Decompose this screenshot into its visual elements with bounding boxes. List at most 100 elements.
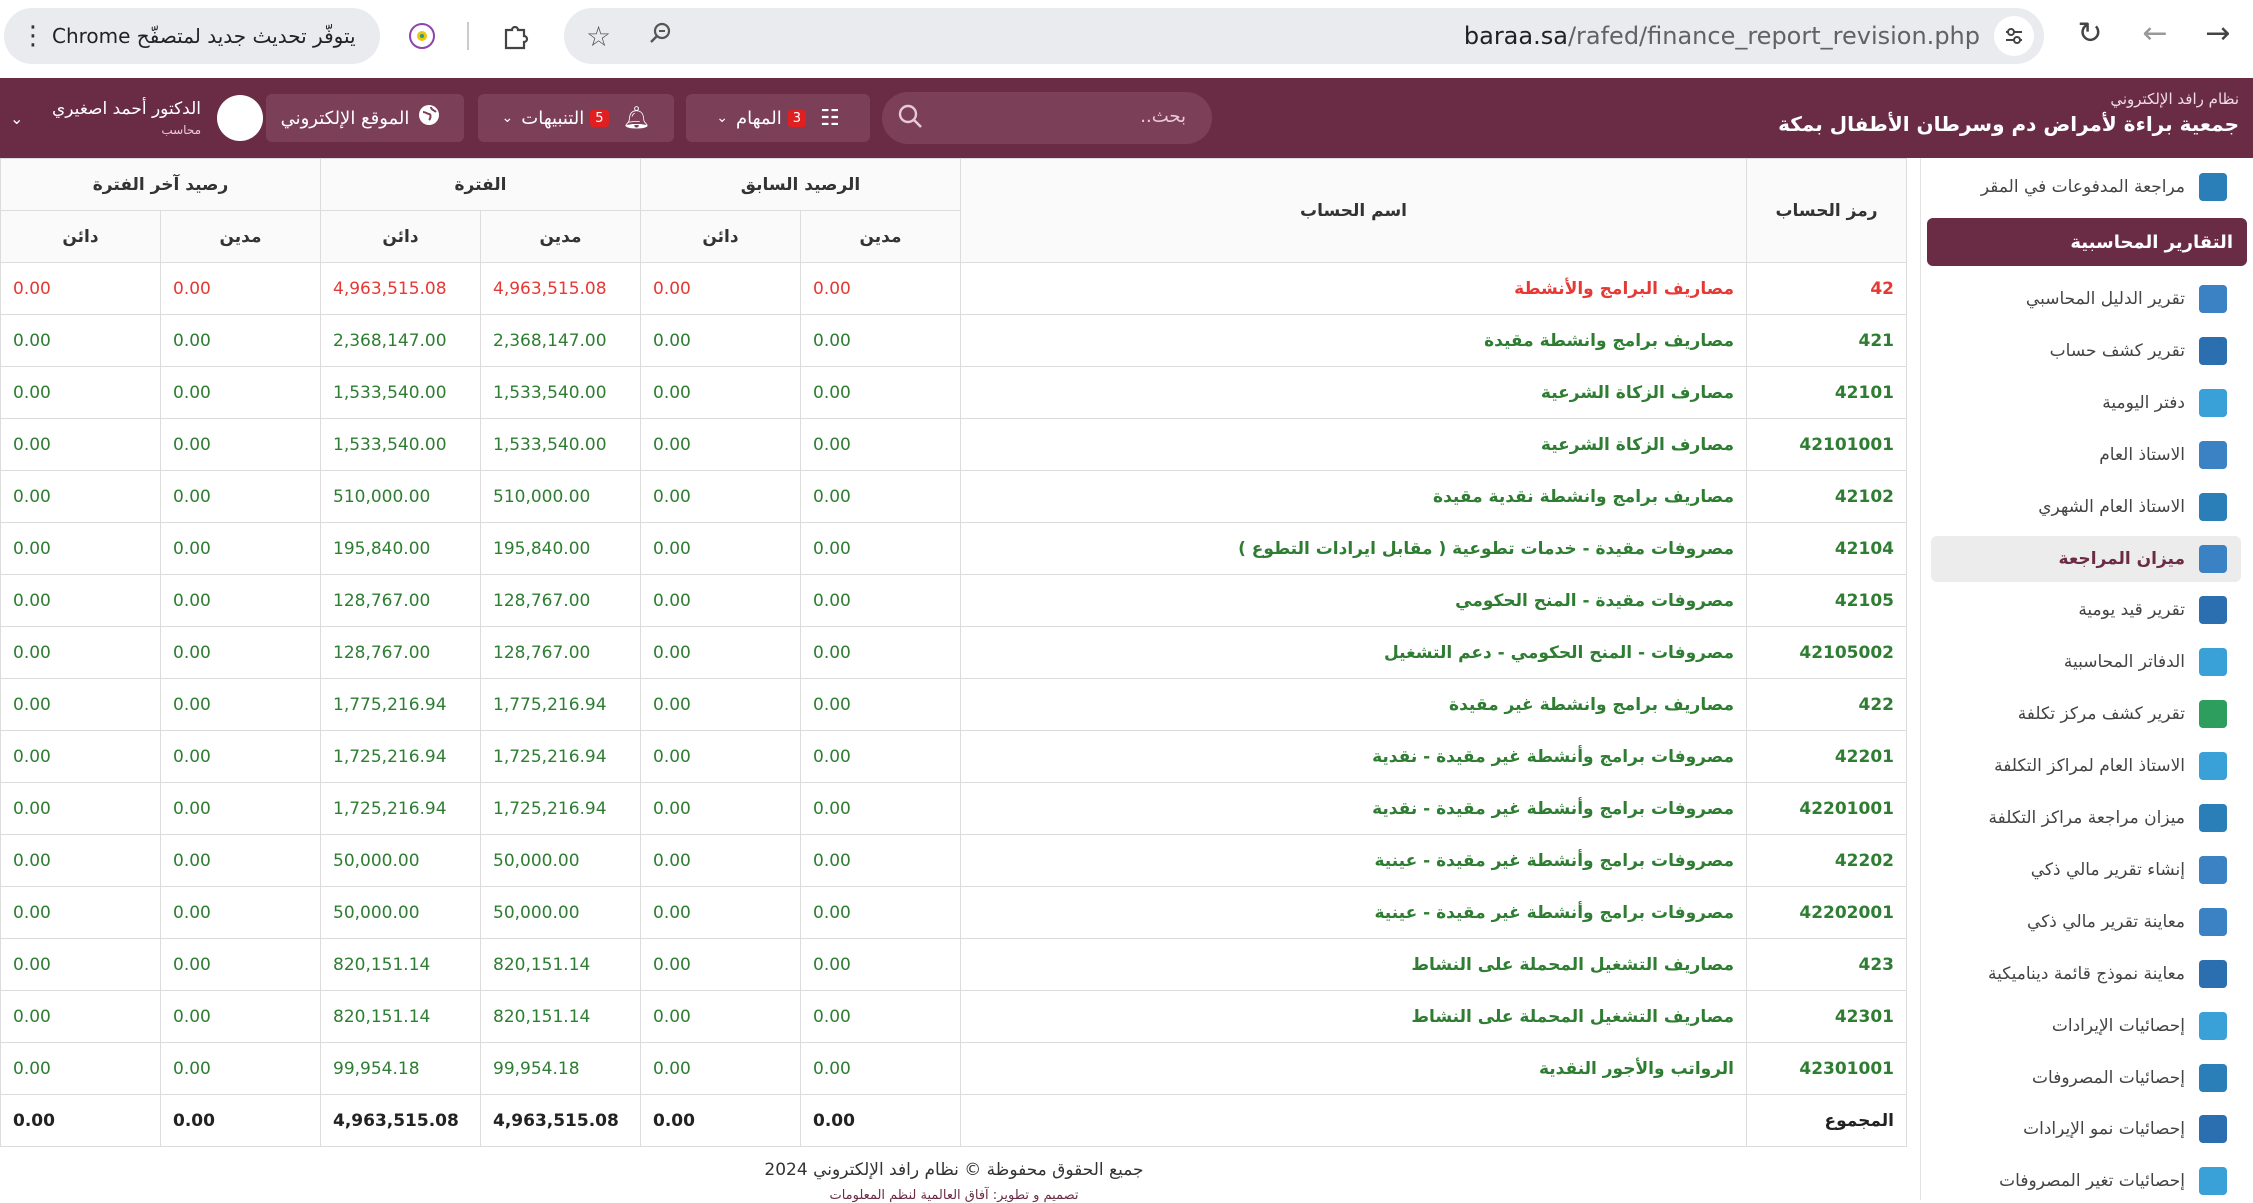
account-code-cell[interactable]: 42202001 bbox=[1746, 886, 1907, 939]
account-code-cell[interactable]: 421 bbox=[1746, 314, 1907, 367]
table-row[interactable]: 42301001 الرواتب والأجور النقدية 0.00 0.00 9… bbox=[0, 1042, 1907, 1095]
account-name-cell[interactable]: مصاريف التشغيل المحملة على النشاط bbox=[960, 938, 1747, 991]
site-settings-icon[interactable] bbox=[1994, 16, 2034, 56]
sidebar-item[interactable]: الدفاتر المحاسبية bbox=[1931, 639, 2241, 685]
sidebar-item[interactable]: إحصائيات نمو الإيرادات bbox=[1931, 1106, 2241, 1152]
search-icon[interactable] bbox=[896, 102, 924, 137]
sidebar-item[interactable]: تقرير قيد يومية bbox=[1931, 587, 2241, 633]
sidebar-item[interactable]: تقرير كشف حساب bbox=[1931, 328, 2241, 374]
sidebar-item[interactable]: معاينة تقرير مالي ذكي bbox=[1931, 899, 2241, 945]
brand[interactable]: نظام رافد الإلكتروني جمعية براءة لأمراض … bbox=[1778, 90, 2239, 136]
sidebar-item[interactable]: إحصائيات تغير المصروفات bbox=[1931, 1158, 2241, 1200]
account-name-cell[interactable]: مصروفات مقيدة - خدمات تطوعية ( مقابل اير… bbox=[960, 522, 1747, 575]
amount-cell: 0.00 bbox=[0, 366, 161, 419]
table-row[interactable]: 42202001 مصروفات برامج وأنشطة غير مقيدة -… bbox=[0, 886, 1907, 939]
table-row[interactable]: 42201001 مصروفات برامج وأنشطة غير مقيدة -… bbox=[0, 782, 1907, 835]
table-row[interactable]: 42301 مصاريف التشغيل المحملة على النشاط 0.… bbox=[0, 990, 1907, 1043]
reload-icon[interactable]: ↻ bbox=[2070, 16, 2110, 51]
update-chrome-button[interactable]: ⋮ يتوفّر تحديث جديد لمتصفّح Chrome bbox=[4, 8, 380, 64]
sidebar-section-accounting-reports[interactable]: التقارير المحاسبية bbox=[1927, 218, 2247, 266]
account-code-cell[interactable]: 422 bbox=[1746, 678, 1907, 731]
back-icon[interactable]: ← bbox=[2135, 16, 2175, 51]
account-code-cell[interactable]: 42105002 bbox=[1746, 626, 1907, 679]
account-name-cell[interactable]: مصروفات برامج وأنشطة غير مقيدة - عينية bbox=[960, 886, 1747, 939]
account-code-cell[interactable]: 42202 bbox=[1746, 834, 1907, 887]
column-header-code[interactable]: رمز الحساب bbox=[1746, 158, 1907, 263]
account-name-cell[interactable]: مصروفات - المنح الحكومي - دعم التشغيل bbox=[960, 626, 1747, 679]
address-bar[interactable]: ☆ baraa.sa/rafed/finance_report_revision… bbox=[564, 8, 2044, 64]
alerts-button[interactable]: ⌄ التنبيهات 5 🔔︎ bbox=[478, 94, 674, 142]
amount-cell: 1,533,540.00 bbox=[320, 418, 481, 471]
search-box[interactable]: بحث.. bbox=[882, 92, 1212, 144]
account-code-cell[interactable]: 42102 bbox=[1746, 470, 1907, 523]
account-name-cell[interactable]: مصروفات برامج وأنشطة غير مقيدة - نقدية bbox=[960, 782, 1747, 835]
account-name-cell[interactable]: مصاريف البرامج والأنشطة bbox=[960, 262, 1747, 315]
account-code-cell[interactable]: 42 bbox=[1746, 262, 1907, 315]
sidebar-item[interactable]: ميزان المراجعة bbox=[1931, 535, 2241, 582]
table-row[interactable]: 421 مصاريف برامج وانشطة مقيدة 0.00 0.00 2,36… bbox=[0, 314, 1907, 367]
url-text[interactable]: baraa.sa/rafed/finance_report_revision.p… bbox=[1464, 22, 1980, 50]
account-code-cell[interactable]: 42101001 bbox=[1746, 418, 1907, 471]
sidebar-item[interactable]: معاينة نموذج قائمة ديناميكية bbox=[1931, 951, 2241, 997]
sidebar-item[interactable]: الاستاذ العام bbox=[1931, 432, 2241, 478]
table-row[interactable]: 42102 مصاريف برامج وانشطة نقدية مقيدة 0.00… bbox=[0, 470, 1907, 523]
table-row[interactable]: 423 مصاريف التشغيل المحملة على النشاط 0.00… bbox=[0, 938, 1907, 991]
website-button[interactable]: الموقع الإلكتروني bbox=[266, 94, 464, 142]
column-header-debit[interactable]: مدين bbox=[800, 210, 961, 263]
sidebar-item[interactable]: الاستاذ العام الشهري bbox=[1931, 484, 2241, 530]
column-header-credit[interactable]: دائن bbox=[320, 210, 481, 263]
bookmark-star-icon[interactable]: ☆ bbox=[586, 20, 611, 53]
sidebar-item[interactable]: تقرير الدليل المحاسبي bbox=[1931, 276, 2241, 322]
account-code-cell[interactable]: 42301 bbox=[1746, 990, 1907, 1043]
account-code-cell[interactable]: 42201001 bbox=[1746, 782, 1907, 835]
extension-icon[interactable] bbox=[402, 16, 442, 56]
more-menu-icon[interactable]: ⋮ bbox=[20, 21, 46, 51]
account-name-cell[interactable]: مصاريف برامج وانشطة غير مقيدة bbox=[960, 678, 1747, 731]
account-name-cell[interactable]: الرواتب والأجور النقدية bbox=[960, 1042, 1747, 1095]
account-code-cell[interactable]: 42101 bbox=[1746, 366, 1907, 419]
table-row[interactable]: 42105 مصروفات مقيدة - المنح الحكومي 0.00 0.… bbox=[0, 574, 1907, 627]
account-name-cell[interactable]: مصروفات مقيدة - المنح الحكومي bbox=[960, 574, 1747, 627]
account-code-cell[interactable]: 42301001 bbox=[1746, 1042, 1907, 1095]
account-code-cell[interactable]: 42104 bbox=[1746, 522, 1907, 575]
tasks-button[interactable]: ⌄ المهام 3 ☷ bbox=[686, 94, 870, 142]
table-row[interactable]: 42104 مصروفات مقيدة - خدمات تطوعية ( مقاب… bbox=[0, 522, 1907, 575]
forward-icon[interactable]: → bbox=[2198, 16, 2238, 51]
column-header-debit[interactable]: مدين bbox=[160, 210, 321, 263]
account-name-cell[interactable]: مصروفات برامج وأنشطة غير مقيدة - عينية bbox=[960, 834, 1747, 887]
table-row[interactable]: 422 مصاريف برامج وانشطة غير مقيدة 0.00 0.00… bbox=[0, 678, 1907, 731]
account-name-cell[interactable]: مصاريف التشغيل المحملة على النشاط bbox=[960, 990, 1747, 1043]
table-row[interactable]: 42202 مصروفات برامج وأنشطة غير مقيدة - عي… bbox=[0, 834, 1907, 887]
column-header-debit[interactable]: مدين bbox=[480, 210, 641, 263]
sidebar-item[interactable]: دفتر اليومية bbox=[1931, 380, 2241, 426]
column-header-name[interactable]: اسم الحساب bbox=[960, 158, 1747, 263]
footer-credit[interactable]: تصميم و تطوير: آفاق العالمية لنظم المعلو… bbox=[0, 1188, 1908, 1203]
sidebar-item[interactable]: إحصائيات المصروفات bbox=[1931, 1055, 2241, 1101]
sidebar-item[interactable]: ميزان مراجعة مراكز التكلفة bbox=[1931, 795, 2241, 841]
table-row[interactable]: 42101 مصارف الزكاة الشرعية 0.00 0.00 1,533,5… bbox=[0, 366, 1907, 419]
account-name-cell[interactable]: مصارف الزكاة الشرعية bbox=[960, 366, 1747, 419]
column-header-credit[interactable]: دائن bbox=[0, 210, 161, 263]
avatar[interactable] bbox=[217, 95, 264, 141]
account-name-cell[interactable]: مصروفات برامج وأنشطة غير مقيدة - نقدية bbox=[960, 730, 1747, 783]
sidebar-item[interactable]: الاستاذ العام لمراكز التكلفة bbox=[1931, 743, 2241, 789]
account-name-cell[interactable]: مصارف الزكاة الشرعية bbox=[960, 418, 1747, 471]
zoom-icon[interactable] bbox=[648, 20, 674, 53]
account-name-cell[interactable]: مصاريف برامج وانشطة مقيدة bbox=[960, 314, 1747, 367]
account-name-cell[interactable]: مصاريف برامج وانشطة نقدية مقيدة bbox=[960, 470, 1747, 523]
sidebar-item-payments-review[interactable]: مراجعة المدفوعات في المقر bbox=[1931, 164, 2241, 210]
user-menu[interactable]: ⌄ الدكتور أحمد اصغيري محاسب bbox=[10, 92, 264, 144]
sidebar-item[interactable]: تقرير كشف مركز تكلفة bbox=[1931, 691, 2241, 737]
amount-cell: 1,725,216.94 bbox=[480, 782, 641, 835]
sidebar-item[interactable]: إحصائيات الإيرادات bbox=[1931, 1003, 2241, 1049]
account-code-cell[interactable]: 423 bbox=[1746, 938, 1907, 991]
table-row[interactable]: 42201 مصروفات برامج وأنشطة غير مقيدة - نق… bbox=[0, 730, 1907, 783]
account-code-cell[interactable]: 42201 bbox=[1746, 730, 1907, 783]
table-row[interactable]: 42 مصاريف البرامج والأنشطة 0.00 0.00 4,963,5… bbox=[0, 262, 1907, 315]
column-header-credit[interactable]: دائن bbox=[640, 210, 801, 263]
table-row[interactable]: 42101001 مصارف الزكاة الشرعية 0.00 0.00 1,53… bbox=[0, 418, 1907, 471]
table-row[interactable]: 42105002 مصروفات - المنح الحكومي - دعم ال… bbox=[0, 626, 1907, 679]
account-code-cell[interactable]: 42105 bbox=[1746, 574, 1907, 627]
extensions-puzzle-icon[interactable] bbox=[496, 16, 536, 56]
sidebar-item[interactable]: إنشاء تقرير مالي ذكي bbox=[1931, 847, 2241, 893]
